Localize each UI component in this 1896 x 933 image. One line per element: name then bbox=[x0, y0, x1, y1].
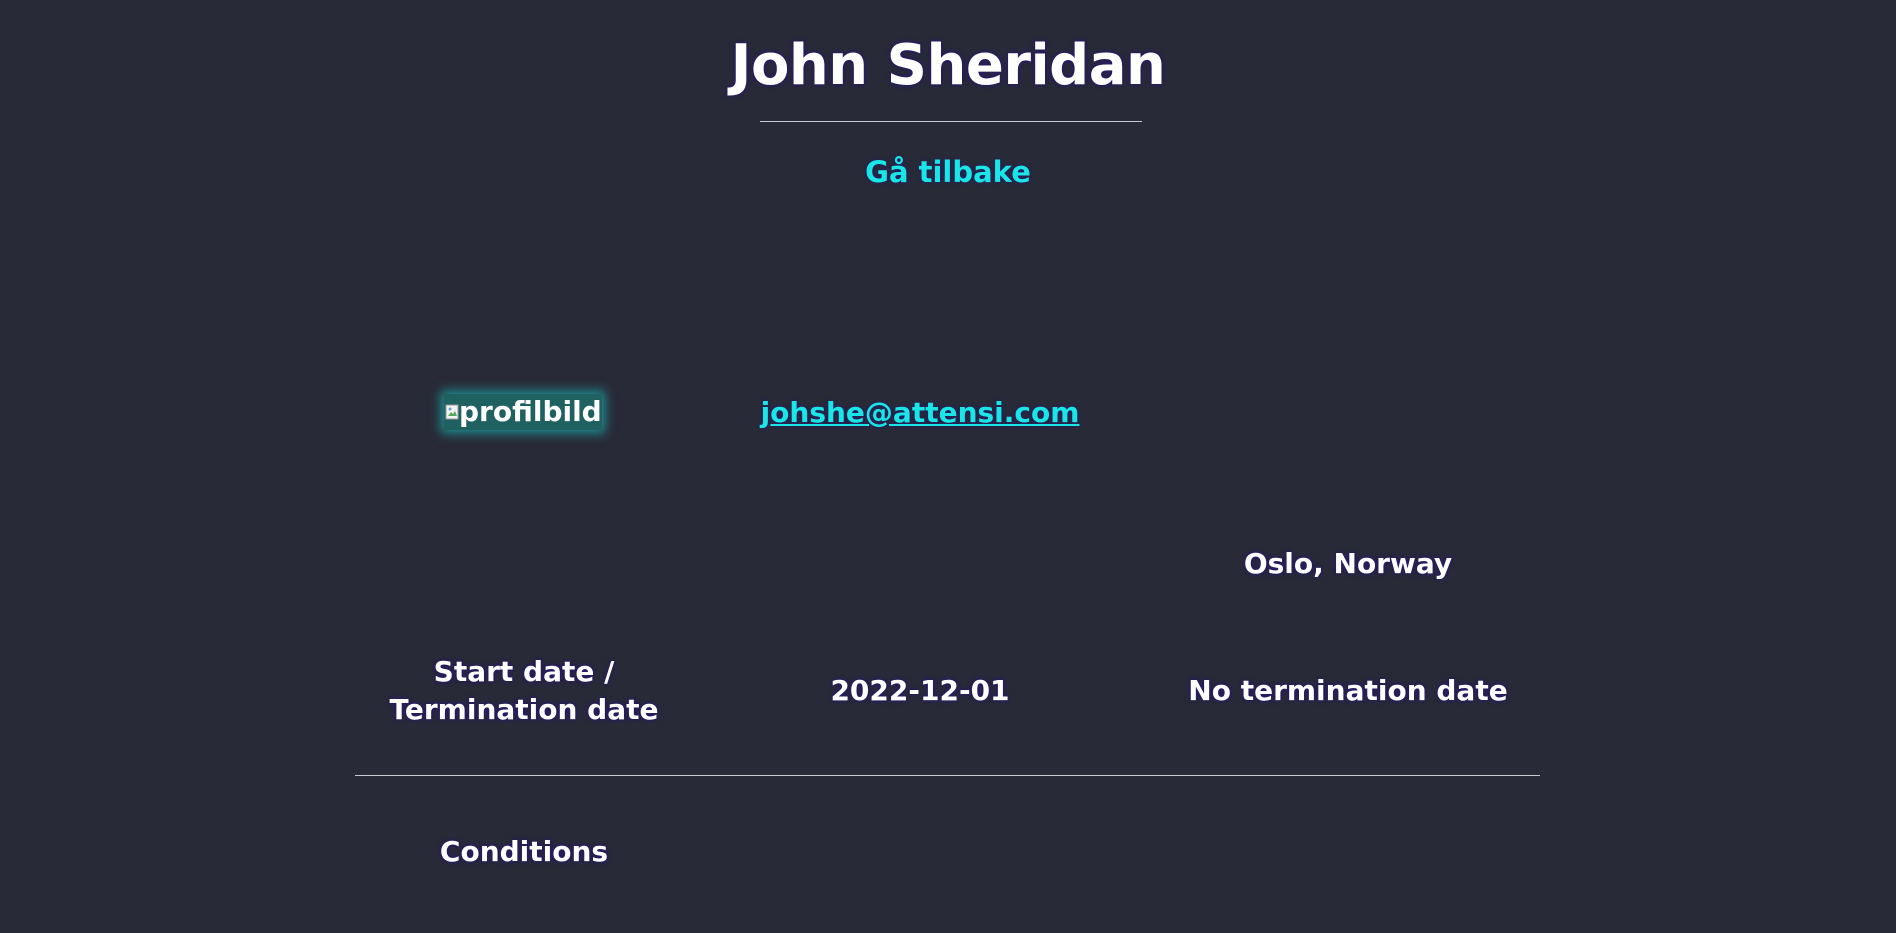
section-divider bbox=[355, 775, 1540, 776]
title-divider bbox=[760, 121, 1142, 122]
back-link[interactable]: Gå tilbake bbox=[0, 150, 1896, 194]
back-link-label[interactable]: Gå tilbake bbox=[865, 155, 1031, 189]
termination-date-value: No termination date bbox=[1188, 674, 1508, 707]
page-title: John Sheridan bbox=[730, 33, 1166, 98]
profile-image-alt-text: profilbilde bbox=[459, 395, 602, 428]
start-date-value: 2022-12-01 bbox=[830, 674, 1010, 707]
location-text: Oslo, Norway bbox=[1243, 547, 1453, 580]
profile-image: profilbilde bbox=[444, 394, 602, 430]
broken-image-icon bbox=[445, 404, 459, 420]
conditions-heading: Conditions bbox=[439, 835, 609, 868]
start-termination-label: Start date / Termination date bbox=[389, 655, 659, 726]
email-link[interactable]: johshe@attensi.com bbox=[742, 394, 1098, 432]
